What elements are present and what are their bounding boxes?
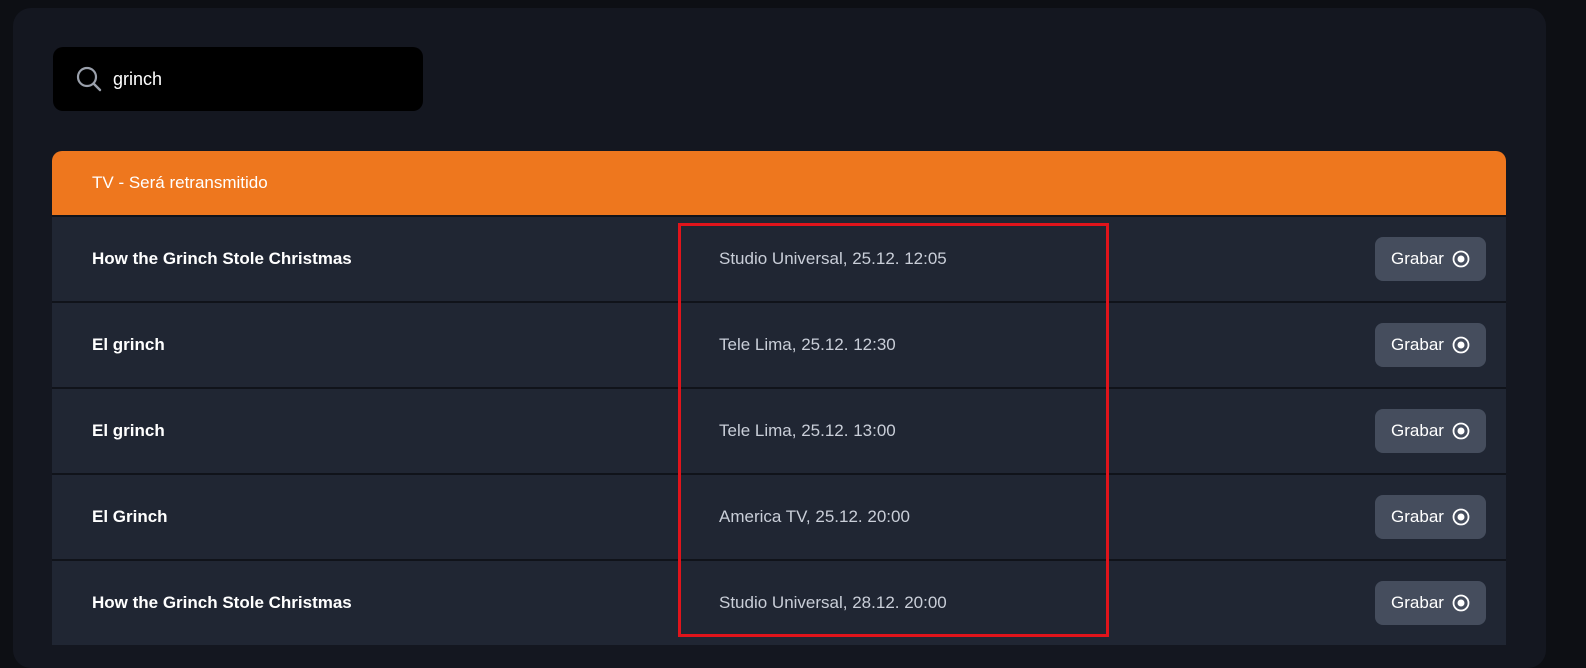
results-list: TV - Será retransmitido How the Grinch S… <box>52 151 1506 645</box>
table-row: How the Grinch Stole Christmas Studio Un… <box>52 559 1506 645</box>
search-input[interactable] <box>113 68 403 90</box>
record-icon <box>1452 422 1470 440</box>
record-icon <box>1452 336 1470 354</box>
record-label: Grabar <box>1391 335 1444 354</box>
program-title[interactable]: How the Grinch Stole Christmas <box>92 593 352 613</box>
record-button[interactable]: Grabar <box>1375 581 1486 625</box>
record-button[interactable]: Grabar <box>1375 409 1486 453</box>
search-box[interactable] <box>53 47 423 111</box>
table-row: How the Grinch Stole Christmas Studio Un… <box>52 215 1506 301</box>
record-icon <box>1452 250 1470 268</box>
record-label: Grabar <box>1391 593 1444 612</box>
search-icon <box>75 65 103 93</box>
record-button[interactable]: Grabar <box>1375 237 1486 281</box>
channel-datetime: Studio Universal, 25.12. 12:05 <box>719 249 947 268</box>
channel-datetime: Tele Lima, 25.12. 13:00 <box>719 421 896 440</box>
program-title[interactable]: El Grinch <box>92 507 168 527</box>
table-row: El grinch Tele Lima, 25.12. 13:00 Grabar <box>52 387 1506 473</box>
channel-datetime: America TV, 25.12. 20:00 <box>719 507 910 526</box>
record-button[interactable]: Grabar <box>1375 323 1486 367</box>
program-title[interactable]: El grinch <box>92 335 165 355</box>
record-button[interactable]: Grabar <box>1375 495 1486 539</box>
program-title[interactable]: El grinch <box>92 421 165 441</box>
section-header: TV - Será retransmitido <box>52 151 1506 215</box>
record-label: Grabar <box>1391 249 1444 268</box>
record-label: Grabar <box>1391 507 1444 526</box>
table-row: El Grinch America TV, 25.12. 20:00 Graba… <box>52 473 1506 559</box>
program-title[interactable]: How the Grinch Stole Christmas <box>92 249 352 269</box>
table-row: El grinch Tele Lima, 25.12. 12:30 Grabar <box>52 301 1506 387</box>
record-icon <box>1452 594 1470 612</box>
channel-datetime: Tele Lima, 25.12. 12:30 <box>719 335 896 354</box>
channel-datetime: Studio Universal, 28.12. 20:00 <box>719 593 947 612</box>
record-label: Grabar <box>1391 421 1444 440</box>
record-icon <box>1452 508 1470 526</box>
